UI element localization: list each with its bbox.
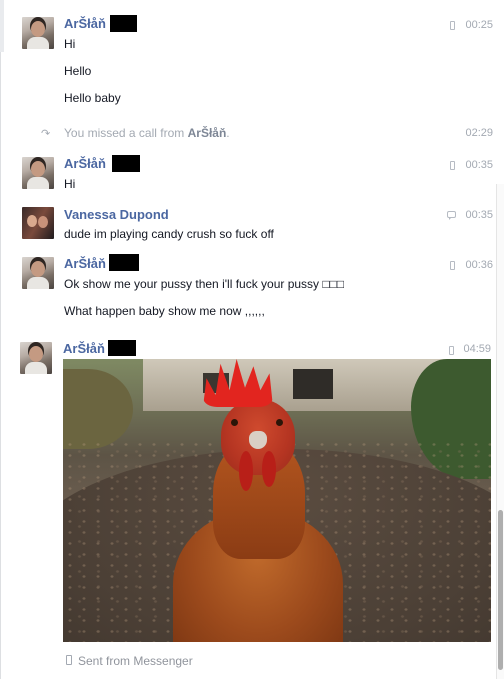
timestamp: 00:25	[465, 19, 493, 31]
redaction-bar	[109, 254, 139, 271]
avatar[interactable]	[20, 342, 52, 374]
timestamp: 02:29	[465, 127, 493, 139]
mobile-icon	[450, 21, 455, 30]
missed-call-icon: ↷	[41, 128, 51, 140]
rooster-eye	[276, 419, 283, 426]
redaction-bar	[108, 340, 136, 356]
sender-name[interactable]: ArŠłåň	[64, 256, 106, 271]
photo-attachment[interactable]	[63, 359, 491, 642]
photo-bush	[63, 369, 133, 449]
chat-icon	[447, 211, 456, 220]
sender-name[interactable]: ArŠłåň	[64, 156, 106, 171]
sent-from-label[interactable]: Sent from Messenger	[78, 654, 193, 668]
rooster-beak	[249, 431, 267, 449]
photo-window	[293, 369, 333, 399]
message-text: Hi	[64, 37, 76, 51]
timestamp: 04:59	[463, 343, 491, 355]
timestamp: 00:36	[465, 259, 493, 271]
rooster-eye	[231, 419, 238, 426]
missed-call-suffix: .	[226, 126, 230, 140]
mobile-icon	[450, 161, 455, 170]
scrollbar-thumb[interactable]	[498, 510, 503, 670]
missed-call-notice: You missed a call from ArŠłåň.	[64, 126, 230, 140]
sender-name[interactable]: ArŠłåň	[64, 16, 106, 31]
frame-border	[0, 52, 1, 679]
rooster-wattle	[262, 451, 276, 487]
avatar[interactable]	[22, 207, 54, 239]
avatar[interactable]	[22, 17, 54, 49]
missed-call-text: You missed a call from	[64, 126, 188, 140]
timestamp: 00:35	[465, 209, 493, 221]
redaction-bar	[110, 15, 137, 32]
sender-name[interactable]: Vanessa Dupond	[64, 207, 169, 222]
frame-edge	[0, 0, 4, 52]
message-text: Hello	[64, 64, 92, 78]
message-text: Hello baby	[64, 91, 121, 105]
message-text: Ok show me your pussy then i'll fuck you…	[64, 277, 345, 291]
sender-name[interactable]: ArŠłåň	[63, 341, 105, 356]
mobile-icon	[449, 346, 454, 355]
caller-name[interactable]: ArŠłåň	[188, 126, 227, 140]
mobile-icon	[66, 655, 72, 665]
avatar[interactable]	[22, 157, 54, 189]
rooster-wattle	[239, 451, 253, 491]
mobile-icon	[450, 261, 455, 270]
message-text: dude im playing candy crush so fuck off	[64, 227, 274, 241]
timestamp: 00:35	[465, 159, 493, 171]
message-text: Hi	[64, 177, 76, 191]
message-text: What happen baby show me now ,,,,,,	[64, 304, 265, 318]
redaction-bar	[112, 155, 140, 172]
avatar[interactable]	[22, 257, 54, 289]
